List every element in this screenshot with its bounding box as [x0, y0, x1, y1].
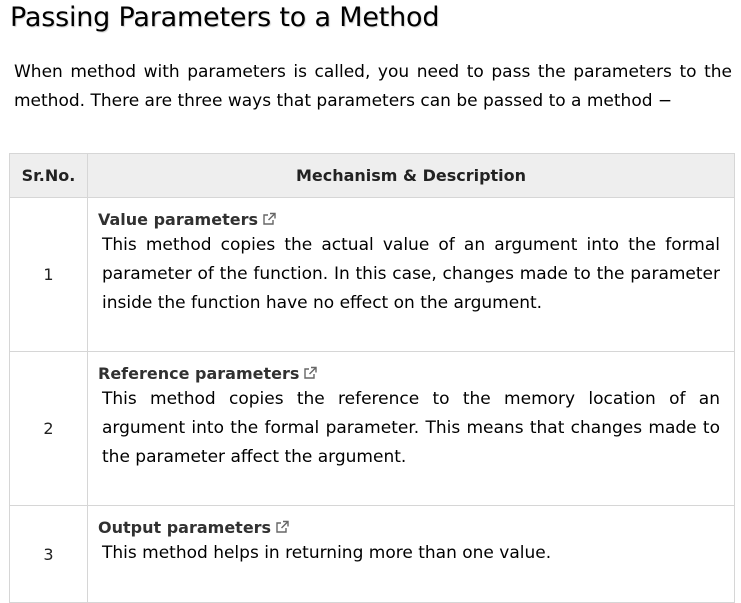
table-row: 2 Reference parameters This method copie…	[9, 351, 735, 506]
mechanism-description: This method copies the reference to the …	[102, 389, 720, 467]
intro-paragraph: When method with parameters is called, y…	[14, 62, 732, 111]
mechanism-cell: Output parameters This method helps in r…	[87, 505, 735, 603]
row-number: 3	[9, 505, 88, 603]
header-mechanism: Mechanism & Description	[87, 153, 735, 198]
external-link-icon[interactable]	[303, 365, 318, 385]
page-title: Passing Parameters to a Method	[10, 2, 440, 33]
row-number: 2	[9, 351, 88, 506]
mechanism-description: This method copies the actual value of a…	[102, 235, 720, 313]
table-row: 3 Output parameters This method helps in…	[9, 505, 735, 603]
table-header-row: Sr.No. Mechanism & Description	[9, 153, 735, 198]
header-srno: Sr.No.	[9, 153, 88, 198]
mechanism-cell: Reference parameters This method copies …	[87, 351, 735, 506]
external-link-icon[interactable]	[262, 211, 277, 231]
mechanism-cell: Value parameters This method copies the …	[87, 197, 735, 352]
output-parameters-link[interactable]: Output parameters	[98, 518, 271, 537]
table-row: 1 Value parameters This method copies th…	[9, 197, 735, 352]
row-number: 1	[9, 197, 88, 352]
value-parameters-link[interactable]: Value parameters	[98, 210, 258, 229]
parameters-table: Sr.No. Mechanism & Description 1 Value p…	[9, 153, 735, 603]
reference-parameters-link[interactable]: Reference parameters	[98, 364, 299, 383]
external-link-icon[interactable]	[275, 519, 290, 539]
